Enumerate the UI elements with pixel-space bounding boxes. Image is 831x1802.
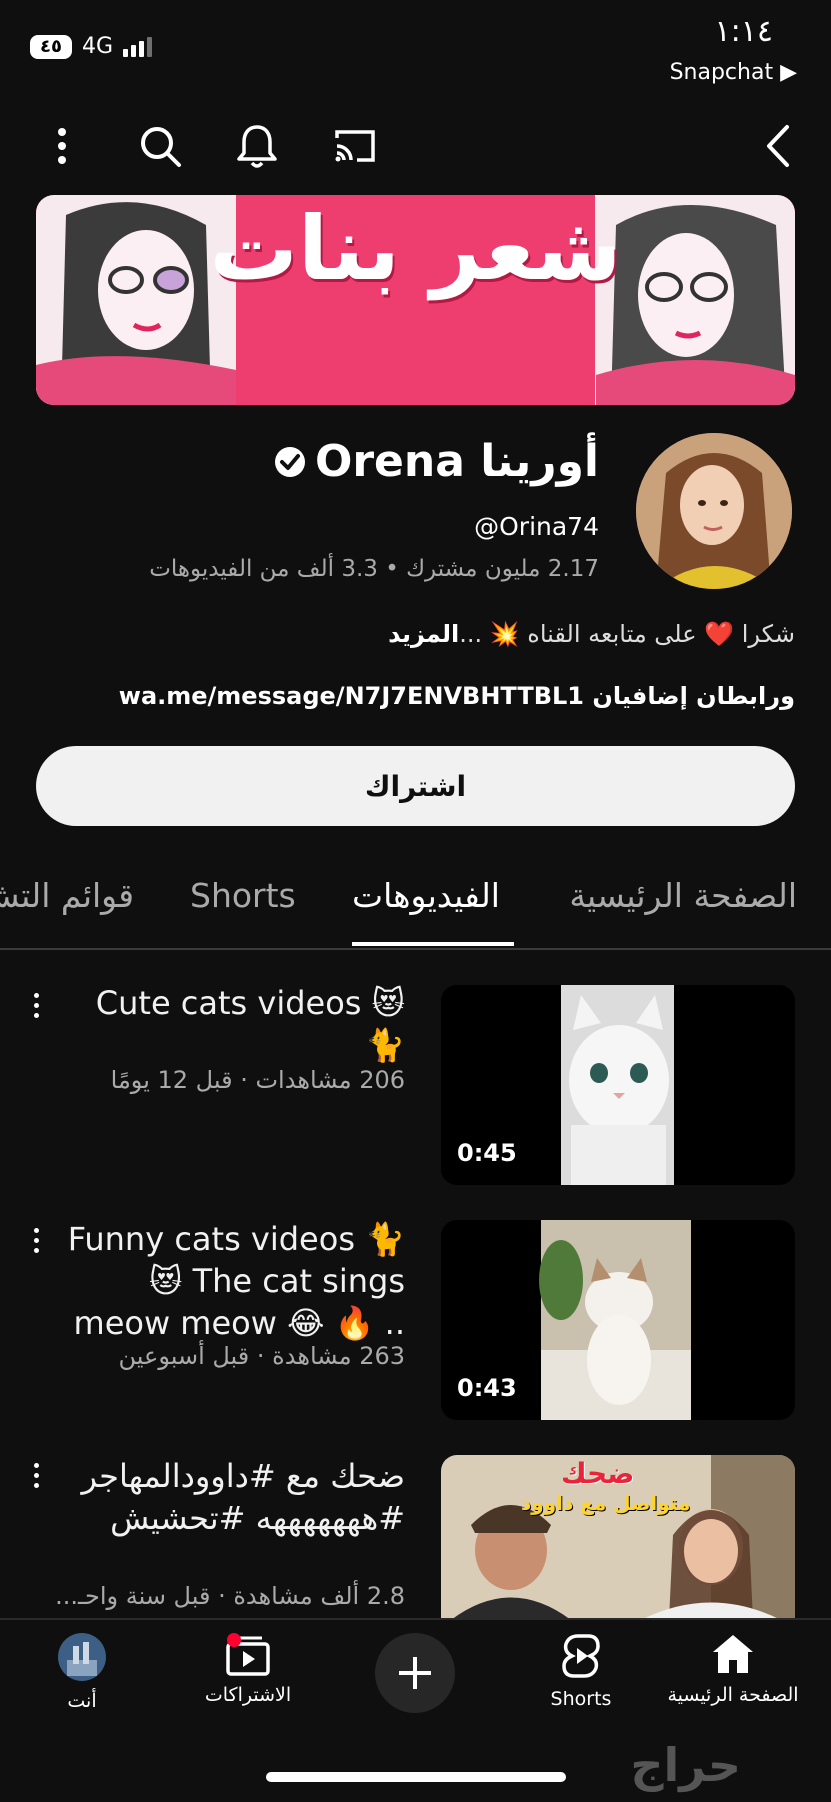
video-duration: 0:43: [457, 1374, 517, 1402]
nav-you-label: أنت: [67, 1690, 97, 1712]
channel-name-row: Orena أورينا: [273, 436, 599, 487]
video-thumbnail-1[interactable]: 0:45: [441, 985, 795, 1185]
back-to-app-link[interactable]: Snapchat ▶: [670, 60, 797, 85]
video-title[interactable]: Funny cats videos 🐈 😻 The cat sings meow…: [65, 1218, 405, 1344]
nav-you[interactable]: أنت: [32, 1632, 132, 1712]
cast-icon[interactable]: [325, 116, 385, 176]
watermark-logo: حراج: [630, 1738, 741, 1792]
verified-check-icon: [274, 446, 305, 477]
active-tab-indicator: [352, 942, 514, 946]
channel-handle: @Orina74: [474, 512, 599, 541]
subscriptions-icon: [226, 1633, 270, 1676]
nav-shorts-label: Shorts: [550, 1688, 612, 1710]
video-thumbnail-3[interactable]: ضحك متواصل مع داوود: [441, 1455, 795, 1620]
network-type: 4G: [81, 34, 114, 59]
tab-shorts[interactable]: Shorts: [190, 876, 296, 915]
thumbnail-caption: متواصل مع داوود: [521, 1491, 691, 1515]
channel-description[interactable]: شكرا ❤️ على متابعه القناه 💥 ...المزيد: [388, 620, 795, 648]
nav-home-label: الصفحة الرئيسية: [667, 1684, 799, 1706]
thumbnail-caption: ضحك: [561, 1457, 635, 1490]
tab-videos[interactable]: الفيديوهات: [352, 876, 500, 915]
nav-subscriptions-label: الاشتراكات: [204, 1684, 292, 1706]
video-menu-icon[interactable]: [24, 1455, 48, 1495]
battery-indicator: ٤٥: [30, 34, 72, 59]
video-thumbnail-2[interactable]: 0:43: [441, 1220, 795, 1420]
banner-title: شعر بنات: [209, 197, 622, 300]
channel-avatar[interactable]: [636, 433, 792, 589]
channel-stats: 2.17 مليون مشترك • 3.3 ألف من الفيديوهات: [149, 556, 599, 582]
notifications-bell-icon[interactable]: [227, 116, 287, 176]
signal-icon: [123, 36, 153, 57]
home-icon: [713, 1635, 753, 1673]
more-options-icon[interactable]: [32, 116, 92, 176]
video-meta: 263 مشاهدة · قبل أسبوعين: [118, 1342, 405, 1370]
tab-playlists[interactable]: قوائم التش: [0, 876, 134, 915]
description-more-link[interactable]: المزيد: [388, 620, 459, 648]
back-arrow-icon[interactable]: [748, 116, 808, 176]
search-icon[interactable]: [130, 116, 190, 176]
description-text: شكرا ❤️ على متابعه القناه 💥 ...: [459, 620, 795, 648]
video-menu-icon[interactable]: [24, 985, 48, 1025]
status-indicators: ٤٥ 4G: [30, 34, 153, 59]
create-button[interactable]: [375, 1633, 455, 1713]
channel-banner: شعر بنات: [36, 195, 795, 405]
plus-icon: [399, 1657, 431, 1689]
profile-avatar-icon: [58, 1633, 106, 1681]
channel-links[interactable]: wa.me/message/N7J7ENVBHTTBL1 ورابطان إضا…: [119, 682, 795, 710]
shorts-icon: [562, 1634, 600, 1678]
channel-name: Orena أورينا: [314, 436, 599, 487]
subscribe-button[interactable]: اشتراك: [36, 746, 795, 826]
home-indicator[interactable]: [266, 1772, 566, 1782]
video-title[interactable]: Cute cats videos 😻 🐈: [65, 982, 405, 1066]
nav-shorts[interactable]: Shorts: [521, 1632, 641, 1710]
tab-home[interactable]: الصفحة الرئيسية: [569, 876, 797, 915]
status-time: ١:١٤: [714, 14, 773, 49]
video-meta: 206 مشاهدات · قبل 12 يومًا: [110, 1066, 405, 1094]
video-title[interactable]: ضحك مع #داوودالمهاجر #هههههههه #تحشيش: [65, 1455, 406, 1539]
video-duration: 0:45: [457, 1139, 517, 1167]
nav-home[interactable]: الصفحة الرئيسية: [653, 1632, 813, 1706]
tabs-divider: [0, 948, 831, 950]
nav-subscriptions[interactable]: الاشتراكات: [188, 1632, 308, 1706]
video-menu-icon[interactable]: [24, 1220, 48, 1260]
video-meta: 2.8 ألف مشاهدة · قبل سنة واحـ...: [55, 1582, 405, 1610]
